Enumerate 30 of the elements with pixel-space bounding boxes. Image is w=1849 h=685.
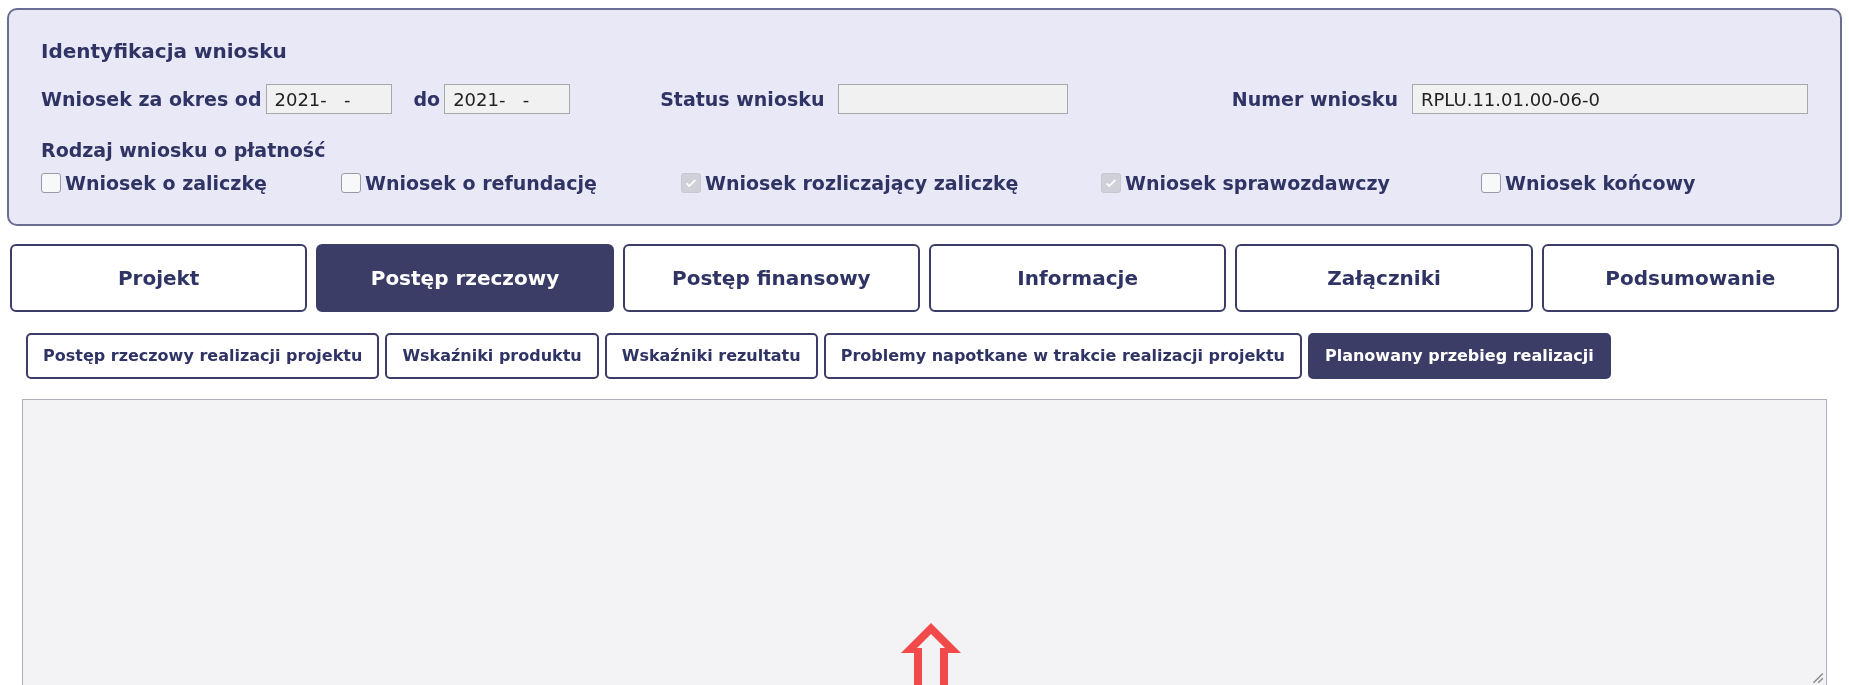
text-field[interactable]: RPLU.11.01.00-06-0 (1412, 84, 1808, 114)
subtab[interactable]: Problemy napotkane w trakcie realizacji projektu (823, 333, 1302, 379)
field-label: Numer wniosku (1231, 86, 1398, 112)
resize-handle-icon (1810, 670, 1824, 684)
subtab[interactable]: Postęp rzeczowy realizacji projektu (26, 333, 380, 379)
tab[interactable]: Załączniki (1235, 244, 1533, 312)
field-label: Wniosek za okres od (41, 86, 262, 112)
tab[interactable]: Informacje (929, 244, 1227, 312)
subtab[interactable]: Wskaźniki rezultatu (604, 333, 818, 379)
tab[interactable]: Postęp rzeczowy (316, 244, 614, 312)
field-label: Status wniosku (660, 86, 825, 112)
tab[interactable]: Postęp finansowy (622, 244, 920, 312)
text-field[interactable]: 2021- - (265, 84, 392, 114)
panel-title: Identyfikacja wniosku (41, 38, 288, 65)
checkbox-label: Wniosek o refundację (365, 170, 597, 196)
checkbox-label: Wniosek o zaliczkę (65, 170, 267, 196)
checkbox[interactable] (341, 172, 361, 193)
checkbox-label: Wniosek końcowy (1505, 170, 1696, 196)
text-field[interactable] (838, 84, 1069, 114)
field-label: do (413, 86, 441, 112)
checkbox-label: Wniosek sprawozdawczy (1125, 170, 1390, 196)
tab[interactable]: Projekt (10, 244, 308, 312)
text-field[interactable]: 2021- - (444, 84, 571, 114)
section-label: Rodzaj wniosku o płatność (41, 138, 327, 163)
subtab[interactable]: Wskaźniki produktu (385, 333, 599, 379)
tab[interactable]: Podsumowanie (1541, 244, 1839, 312)
checkbox-label: Wniosek rozliczający zaliczkę (705, 170, 1019, 196)
checkbox[interactable] (41, 172, 61, 193)
subtab[interactable]: Planowany przebieg realizacji (1307, 333, 1611, 379)
checkbox[interactable] (1481, 172, 1501, 193)
